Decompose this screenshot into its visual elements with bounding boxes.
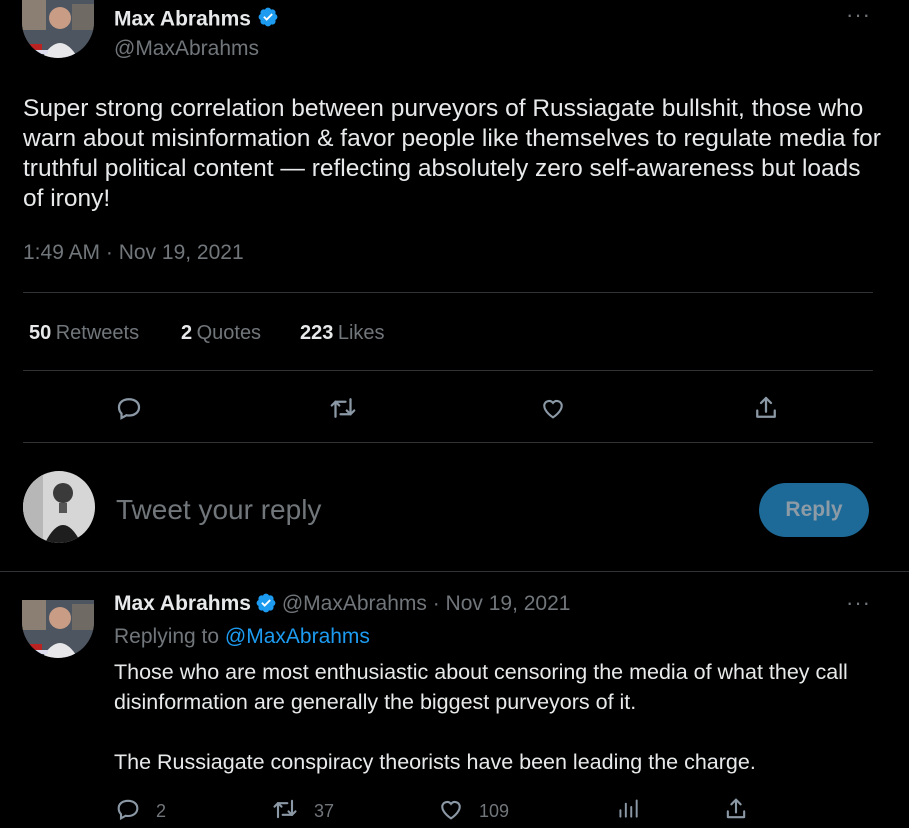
replying-to-handle-link[interactable]: @MaxAbrahms [225,625,370,648]
retweets-label: Retweets [55,322,140,344]
reply-author-name[interactable]: Max Abrahms [114,592,251,615]
reply-text: Those who are most enthusiastic about ce… [114,657,884,777]
reply-like-action[interactable]: 109 [437,795,509,828]
divider [0,571,909,572]
more-icon[interactable]: ··· [846,2,871,28]
reply-icon[interactable] [114,393,144,428]
author-avatar[interactable] [22,0,94,58]
share-icon[interactable] [722,795,750,828]
reply-icon [114,795,142,828]
author-name[interactable]: Max Abrahms [114,6,279,34]
likes-label: Likes [337,322,385,344]
reply-button[interactable]: Reply [759,483,869,537]
reply-paragraph-2: The Russiagate conspiracy theorists have… [114,750,756,774]
author-name-text[interactable]: Max Abrahms [114,8,251,31]
divider [23,370,873,371]
tweet-timestamp[interactable]: 1:49 AM · Nov 19, 2021 [23,241,244,265]
reply-count: 2 [156,801,167,821]
tweet-text: Super strong correlation between purveyo… [23,95,881,212]
replying-to-label: Replying to [114,625,220,648]
reply-handle-date[interactable]: @MaxAbrahms · Nov 19, 2021 [282,592,571,615]
reply-header: Max Abrahms @MaxAbrahms · Nov 19, 2021 [114,592,570,619]
reply-reply-action[interactable]: 2 [114,795,166,828]
like-icon [437,795,465,828]
like-count: 109 [479,801,510,821]
retweet-count: 37 [314,801,335,821]
author-handle[interactable]: @MaxAbrahms [114,37,259,61]
like-icon[interactable] [538,394,568,427]
likes-stat[interactable]: 223 Likes [300,322,385,345]
divider [23,292,873,293]
retweets-stat[interactable]: 50 Retweets [29,322,139,345]
quotes-stat[interactable]: 2 Quotes [181,322,261,345]
more-icon[interactable]: ··· [846,590,871,616]
user-avatar[interactable] [23,471,95,543]
divider [23,442,873,443]
reply-retweet-action[interactable]: 37 [270,795,334,828]
replying-to: Replying to @MaxAbrahms [114,625,370,649]
retweets-count: 50 [29,322,52,344]
quotes-label: Quotes [196,322,262,344]
reply-paragraph-1: Those who are most enthusiastic about ce… [114,660,848,714]
retweet-icon [270,795,300,828]
likes-count: 223 [300,322,334,344]
reply-author-avatar[interactable] [22,600,94,658]
share-icon[interactable] [751,393,781,428]
analytics-icon[interactable] [615,795,641,826]
reply-input[interactable]: Tweet your reply [116,494,716,526]
verified-badge-icon [257,6,279,34]
retweet-icon[interactable] [327,393,359,428]
quotes-count: 2 [181,322,193,344]
verified-badge-icon [255,592,277,619]
